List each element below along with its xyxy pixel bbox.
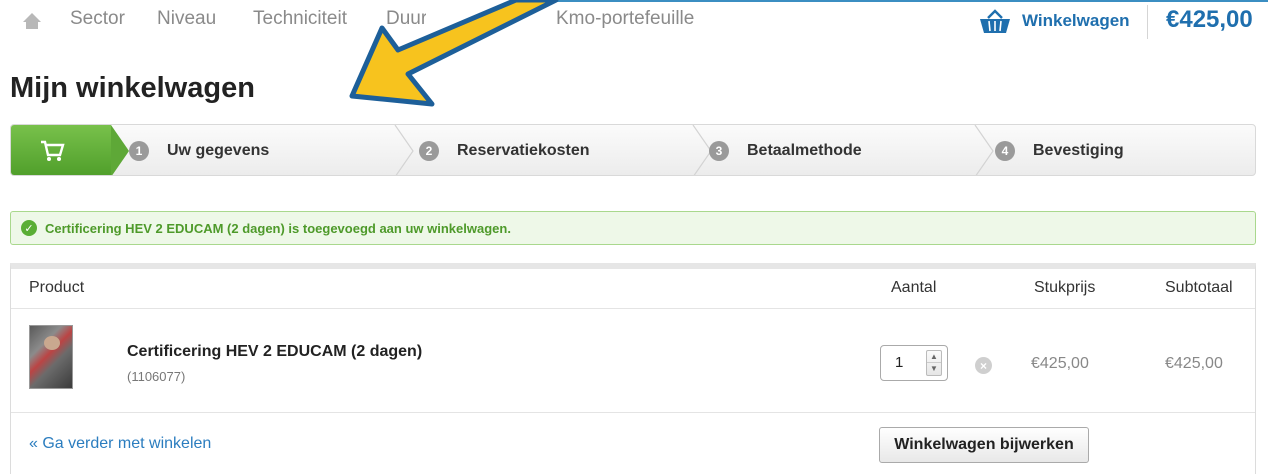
quantity-spinner: ▲ ▼ — [926, 350, 942, 376]
check-circle-icon: ✓ — [21, 220, 37, 236]
home-icon[interactable] — [22, 10, 42, 30]
product-sku: (1106077) — [127, 369, 186, 384]
step-bevestiging[interactable]: 4 Bevestiging — [995, 125, 1124, 175]
table-footer: « Ga verder met winkelen Winkelwagen bij… — [11, 413, 1255, 473]
step-label: Bevestiging — [1033, 142, 1124, 159]
product-name[interactable]: Certificering HEV 2 EDUCAM (2 dagen) — [127, 343, 422, 361]
update-cart-button[interactable]: Winkelwagen bijwerken — [879, 427, 1089, 463]
product-thumbnail[interactable] — [29, 325, 73, 389]
step-separator — [974, 125, 994, 175]
nav-item-kmo-portefeuille[interactable]: Kmo-portefeuille — [556, 8, 694, 30]
step-cart-arrow — [111, 125, 129, 175]
step-label: Uw gegevens — [167, 142, 270, 159]
step-number: 3 — [709, 141, 729, 161]
success-alert: ✓ Certificering HEV 2 EDUCAM (2 dagen) i… — [10, 211, 1256, 245]
basket-icon[interactable] — [978, 8, 1012, 36]
quantity-value[interactable]: 1 — [895, 354, 903, 371]
nav-item-sector[interactable]: Sector — [70, 8, 125, 30]
page-title: Mijn winkelwagen — [10, 72, 255, 104]
step-label: Betaalmethode — [747, 142, 862, 159]
step-uw-gegevens[interactable]: 1 Uw gegevens — [129, 125, 270, 175]
shopping-cart-icon — [41, 140, 65, 161]
subtotal-price: €425,00 — [1165, 355, 1223, 372]
step-number: 1 — [129, 141, 149, 161]
cart-table: Product Aantal Stukprijs Subtotaal Certi… — [10, 263, 1256, 474]
top-navigation: Sector Niveau Techniciteit Duur Kmo-port… — [0, 0, 1268, 46]
step-betaalmethode[interactable]: 3 Betaalmethode — [709, 125, 862, 175]
step-number: 4 — [995, 141, 1015, 161]
column-header-aantal: Aantal — [891, 279, 937, 296]
chevron-down-icon[interactable]: ▼ — [927, 363, 941, 375]
unit-price: €425,00 — [1031, 355, 1089, 372]
remove-icon[interactable]: × — [975, 357, 992, 374]
nav-divider — [520, 0, 1268, 2]
nav-item-techniciteit[interactable]: Techniciteit — [253, 8, 347, 30]
step-separator — [394, 125, 414, 175]
alert-message: Certificering HEV 2 EDUCAM (2 dagen) is … — [45, 220, 511, 236]
column-header-subtotaal: Subtotaal — [1165, 279, 1233, 296]
step-cart[interactable] — [11, 125, 111, 175]
cart-label[interactable]: Winkelwagen — [1022, 11, 1130, 31]
step-reservatiekosten[interactable]: 2 Reservatiekosten — [419, 125, 590, 175]
column-header-stukprijs: Stukprijs — [1034, 279, 1096, 296]
quantity-stepper[interactable]: 1 ▲ ▼ — [880, 345, 948, 381]
checkout-stepper: 1 Uw gegevens 2 Reservatiekosten 3 Betaa… — [10, 124, 1256, 176]
nav-item-niveau[interactable]: Niveau — [157, 8, 216, 30]
nav-item-duur[interactable]: Duur — [386, 8, 426, 30]
step-number: 2 — [419, 141, 439, 161]
table-row: Certificering HEV 2 EDUCAM (2 dagen) (11… — [11, 309, 1255, 413]
cart-total[interactable]: €425,00 — [1147, 5, 1253, 39]
chevron-up-icon[interactable]: ▲ — [927, 351, 941, 363]
column-header-product: Product — [29, 279, 85, 296]
continue-shopping-link[interactable]: « Ga verder met winkelen — [29, 435, 211, 453]
step-label: Reservatiekosten — [457, 142, 590, 159]
table-header: Product Aantal Stukprijs Subtotaal — [11, 269, 1255, 309]
